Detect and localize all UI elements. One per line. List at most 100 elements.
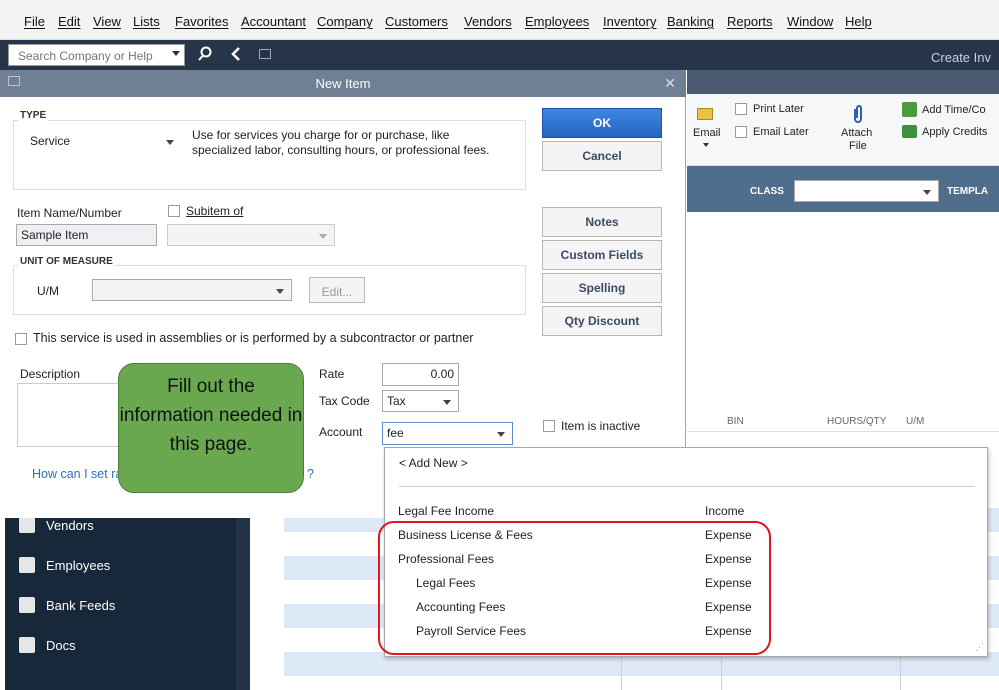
- column-hours-header: HOURS/QTY: [827, 416, 887, 427]
- menu-file[interactable]: File: [24, 14, 45, 29]
- ok-button[interactable]: OK: [542, 108, 662, 138]
- rate-input[interactable]: 0.00: [382, 363, 459, 386]
- sidebar-item-label: Vendors: [46, 518, 94, 533]
- sidebar-divider: [236, 510, 250, 690]
- uom-label: U/M: [37, 284, 59, 298]
- cancel-button[interactable]: Cancel: [542, 141, 662, 171]
- rate-value: 0.00: [430, 367, 454, 381]
- vendors-icon: [19, 517, 35, 533]
- apply-credits-button[interactable]: Apply Credits: [922, 126, 987, 138]
- resize-grip-icon[interactable]: ⋰: [975, 642, 984, 653]
- template-label: TEMPLA: [947, 186, 989, 197]
- notes-button[interactable]: Notes: [542, 207, 662, 237]
- search-icon[interactable]: [197, 46, 213, 65]
- tax-code-value: Tax: [387, 394, 406, 408]
- class-bar: CLASS TEMPLA: [687, 166, 999, 212]
- paperclip-icon[interactable]: [852, 104, 864, 127]
- email-later-checkbox[interactable]: [735, 126, 747, 138]
- search-placeholder: Search Company or Help: [18, 49, 153, 63]
- uom-select[interactable]: [92, 279, 292, 301]
- add-time-icon[interactable]: [902, 102, 917, 117]
- tax-code-select[interactable]: Tax: [382, 390, 459, 412]
- search-scope-dropdown-icon[interactable]: [172, 51, 180, 56]
- subitem-checkbox[interactable]: [168, 205, 180, 217]
- type-section-label: TYPE: [18, 110, 49, 121]
- assembly-checkbox[interactable]: [15, 333, 27, 345]
- uom-edit-button[interactable]: Edit...: [309, 277, 365, 303]
- add-time-costs-button[interactable]: Add Time/Co: [922, 104, 986, 116]
- email-button[interactable]: Email: [693, 127, 721, 139]
- item-name-value: Sample Item: [21, 228, 89, 242]
- subitem-select[interactable]: [167, 224, 335, 246]
- class-label: CLASS: [750, 186, 784, 197]
- menu-lists[interactable]: Lists: [133, 14, 160, 29]
- menu-employees[interactable]: Employees: [525, 14, 589, 29]
- type-select[interactable]: Service: [25, 130, 182, 154]
- menu-view[interactable]: View: [93, 14, 121, 29]
- background-window-title: Create Inv: [931, 50, 991, 65]
- item-name-label: Item Name/Number: [17, 206, 122, 220]
- item-name-input[interactable]: Sample Item: [16, 224, 157, 246]
- search-input[interactable]: Search Company or Help: [8, 44, 185, 66]
- attach-file-label[interactable]: Attach: [841, 127, 872, 139]
- print-later-label: Print Later: [753, 103, 804, 115]
- menu-edit[interactable]: Edit: [58, 14, 80, 29]
- column-bin-header: BIN: [727, 416, 744, 427]
- dialog-title-bar: New Item ✕: [0, 70, 686, 97]
- menu-window[interactable]: Window: [787, 14, 833, 29]
- help-link[interactable]: How can I set ra: [32, 467, 122, 481]
- invoice-action-bar: Email Print Later Email Later Attach Fil…: [687, 94, 999, 166]
- bank-icon: [19, 597, 35, 613]
- class-select[interactable]: [794, 180, 939, 202]
- menu-customers[interactable]: Customers: [385, 14, 448, 29]
- sidebar-item-label: Bank Feeds: [46, 598, 116, 613]
- column-um-header: U/M: [906, 416, 925, 427]
- menu-favorites[interactable]: Favorites: [175, 14, 228, 29]
- menu-bar: File Edit View Lists Favorites Accountan…: [0, 0, 999, 40]
- add-new-label: < Add New >: [399, 456, 468, 470]
- sidebar-item-label: Docs: [46, 638, 76, 653]
- inactive-checkbox[interactable]: [543, 420, 555, 432]
- print-later-checkbox[interactable]: [735, 103, 747, 115]
- help-link-end[interactable]: ?: [307, 467, 314, 481]
- instruction-callout: Fill out the information needed in this …: [118, 363, 304, 493]
- account-option[interactable]: Legal Fee Income Income: [385, 501, 989, 523]
- sidebar-item-label: Employees: [46, 558, 111, 573]
- account-label: Account: [319, 425, 363, 439]
- invoice-column-headers: BIN HOURS/QTY U/M: [687, 410, 999, 432]
- add-new-item[interactable]: < Add New >: [385, 453, 989, 475]
- rate-label: Rate: [319, 367, 345, 381]
- menu-inventory[interactable]: Inventory: [603, 14, 656, 29]
- qty-discount-button[interactable]: Qty Discount: [542, 306, 662, 336]
- account-name: Legal Fee Income: [398, 504, 495, 518]
- uom-section-label: UNIT OF MEASURE: [18, 256, 115, 267]
- menu-reports[interactable]: Reports: [727, 14, 773, 29]
- subitem-label: Subitem of: [186, 204, 244, 218]
- menu-help[interactable]: Help: [845, 14, 872, 29]
- type-description: Use for services you charge for or purch…: [192, 128, 490, 157]
- description-label: Description: [20, 367, 81, 381]
- menu-banking[interactable]: Banking: [667, 14, 714, 29]
- type-value: Service: [30, 134, 71, 148]
- email-icon[interactable]: [697, 108, 713, 120]
- custom-fields-button[interactable]: Custom Fields: [542, 240, 662, 270]
- account-value: fee: [387, 426, 404, 440]
- docs-icon: [19, 637, 35, 653]
- inactive-label: Item is inactive: [561, 419, 641, 433]
- left-sidebar: Vendors Employees Bank Feeds Docs: [5, 510, 250, 690]
- help-link-text: How can I set ra: [32, 467, 123, 481]
- menu-accountant[interactable]: Accountant: [241, 14, 306, 29]
- email-dropdown-icon[interactable]: [703, 143, 709, 147]
- invoice-toolbar-strip: [687, 70, 999, 94]
- assembly-label: This service is used in assemblies or is…: [33, 331, 474, 345]
- close-icon[interactable]: ✕: [664, 75, 676, 92]
- attach-file-label-2[interactable]: File: [849, 140, 867, 152]
- apply-credits-icon[interactable]: [902, 125, 917, 138]
- menu-company[interactable]: Company: [317, 14, 373, 29]
- account-select[interactable]: fee: [382, 422, 513, 445]
- menu-vendors[interactable]: Vendors: [464, 14, 512, 29]
- window-icon[interactable]: [259, 49, 271, 59]
- collapse-arrow-icon[interactable]: [231, 47, 241, 64]
- spelling-button[interactable]: Spelling: [542, 273, 662, 303]
- account-type: Income: [705, 504, 745, 518]
